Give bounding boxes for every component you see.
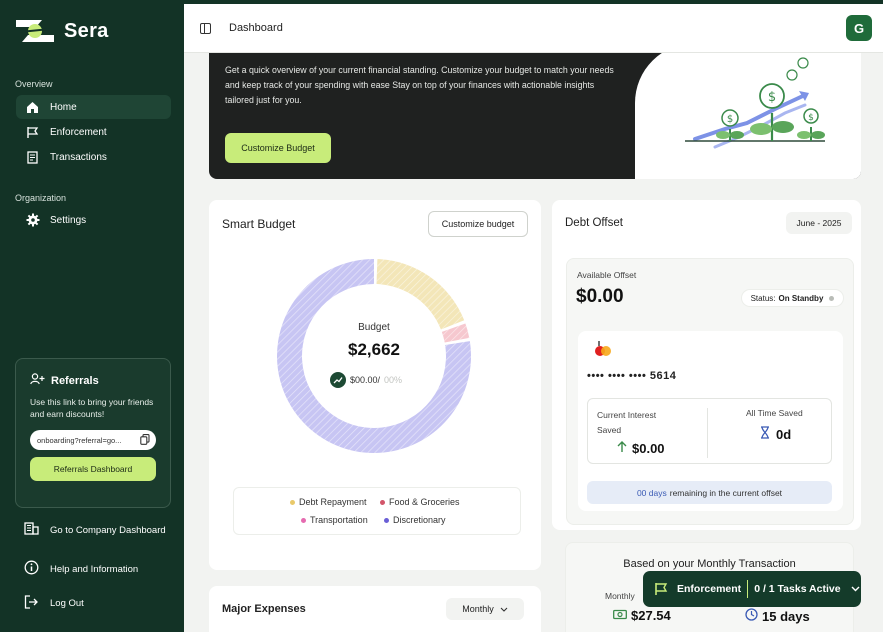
major-expenses-title: Major Expenses (222, 603, 306, 615)
toast-divider (747, 580, 749, 598)
referrals-card: Referrals Use this link to bring your fr… (15, 358, 171, 508)
sidebar-item-enforcement[interactable]: Enforcement (16, 120, 171, 144)
page-title: Dashboard (229, 22, 283, 34)
toast-label: Enforcement (677, 583, 742, 595)
sidebar: Sera Overview Home Enforcement Transacti… (0, 0, 184, 632)
hero-illustration: $ $ $ (635, 53, 861, 179)
toast-tasks: 0 / 1 Tasks Active (754, 583, 841, 595)
all-time-saved-value: 0d (760, 426, 791, 442)
legend-item-transportation: Transportation (301, 515, 368, 525)
log-out[interactable]: Log Out (24, 595, 84, 612)
section-organization: Organization (15, 193, 67, 203)
topbar: Dashboard G (184, 4, 883, 53)
brand-name: Sera (64, 19, 109, 42)
clock-icon (745, 608, 758, 624)
all-time-saved-label: All Time Saved (746, 408, 803, 418)
brand[interactable]: Sera (14, 16, 109, 46)
budget-center-label: Budget (358, 322, 390, 333)
building-icon (24, 522, 39, 538)
monthly-label: Monthly (605, 591, 635, 601)
svg-text:$: $ (768, 90, 776, 105)
legend-item-discretionary: Discretionary (384, 515, 446, 525)
info-icon (24, 560, 39, 578)
status-badge: Status: On Standby (741, 289, 844, 307)
legend-dot (301, 517, 306, 523)
sidebar-item-home[interactable]: Home (16, 95, 171, 119)
donut-slice-texture (376, 259, 465, 330)
current-interest-label: Current Interest Saved (597, 410, 657, 435)
add-user-icon (30, 373, 45, 388)
debt-offset-period[interactable]: June - 2025 (786, 212, 852, 234)
sidebar-item-label: Transactions (50, 151, 107, 163)
chevron-down-icon (500, 604, 508, 614)
receipt-icon (25, 150, 40, 165)
monthly-amount: $27.54 (613, 608, 671, 623)
hero-description: Get a quick overview of your current fin… (225, 65, 614, 105)
avatar[interactable]: G (846, 15, 872, 41)
referrals-dashboard-button[interactable]: Referrals Dashboard (30, 457, 156, 481)
legend-item-food: Food & Groceries (380, 497, 460, 507)
remaining-days-bar: 00 days remaining in the current offset (587, 481, 832, 504)
flag-icon (25, 125, 40, 140)
mastercard-icon (593, 340, 615, 363)
major-expenses-period-select[interactable]: Monthly (446, 598, 524, 620)
legend-dot (380, 499, 385, 505)
svg-text:$: $ (727, 114, 733, 125)
gear-icon (25, 213, 40, 228)
help-and-information[interactable]: Help and Information (24, 560, 138, 578)
home-icon (25, 100, 40, 115)
referrals-title: Referrals (30, 373, 156, 388)
customize-budget-outline-button[interactable]: Customize budget (428, 211, 528, 237)
referrals-description: Use this link to bring your friends and … (30, 397, 154, 419)
legend-item-debt: Debt Repayment (290, 497, 367, 507)
budget-legend: Debt Repayment Food & Groceries Transpor… (233, 487, 521, 535)
enforcement-toast[interactable]: Enforcement 0 / 1 Tasks Active (643, 571, 861, 607)
hero-banner: Get a quick overview of your current fin… (209, 53, 861, 179)
status-dot (829, 295, 835, 301)
hourglass-icon (760, 426, 770, 442)
money-growth-icon: $ $ $ (685, 57, 825, 149)
card-number: •••• •••• •••• 5614 (587, 370, 677, 382)
sidebar-toggle-icon[interactable] (200, 23, 211, 34)
debt-offset-title: Debt Offset (565, 217, 623, 229)
referral-link-field[interactable]: onboarding?referral=go... (30, 430, 156, 450)
stats-divider (707, 408, 708, 458)
sidebar-item-label: Settings (50, 214, 87, 226)
sidebar-item-label: Enforcement (50, 126, 107, 138)
section-overview: Overview (15, 79, 53, 89)
smart-budget-title: Smart Budget (222, 217, 296, 231)
trend-up-icon (330, 372, 346, 388)
arrow-up-icon (617, 441, 627, 456)
cash-icon (613, 608, 627, 623)
legend-dot (290, 499, 295, 505)
go-to-company-dashboard[interactable]: Go to Company Dashboard (24, 522, 166, 538)
flag-icon (654, 582, 668, 596)
sidebar-item-settings[interactable]: Settings (16, 208, 171, 232)
current-interest-value: $0.00 (617, 441, 665, 456)
legend-dot (384, 517, 389, 523)
sidebar-item-transactions[interactable]: Transactions (16, 145, 171, 169)
available-offset-label: Available Offset (577, 270, 637, 280)
sidebar-item-label: Home (50, 101, 77, 113)
sera-logo-icon (16, 20, 54, 42)
copy-icon[interactable] (140, 433, 150, 447)
available-offset-value: $0.00 (576, 286, 624, 307)
budget-spent: $00.00/ 00% (330, 372, 402, 388)
svg-text:$: $ (808, 113, 814, 123)
logout-icon (24, 595, 39, 612)
referral-link-text: onboarding?referral=go... (37, 435, 122, 445)
monthly-transaction-title: Based on your Monthly Transaction (623, 558, 796, 570)
monthly-days: 15 days (745, 608, 810, 624)
budget-center-value: $2,662 (348, 340, 400, 359)
chevron-down-icon[interactable] (851, 586, 860, 592)
customize-budget-button[interactable]: Customize Budget (225, 133, 331, 163)
